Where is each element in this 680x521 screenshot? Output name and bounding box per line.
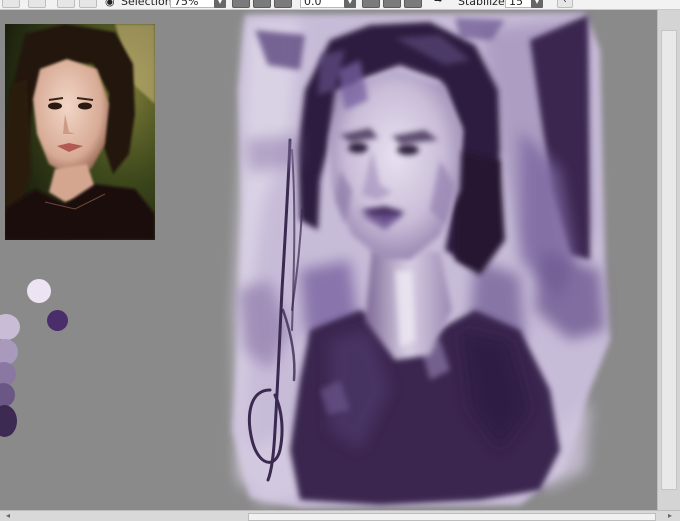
- stabilizer-dropdown-icon[interactable]: ▾: [531, 0, 543, 8]
- tool-button-3[interactable]: [57, 0, 75, 8]
- selection-label: Selection: [121, 0, 172, 8]
- reference-photo[interactable]: [5, 24, 155, 240]
- chevron-down-icon[interactable]: ▾: [214, 0, 226, 8]
- top-toolbar: ◉ Selection 75% ▾ 0.0 ▾ ➡ Stabilizer 15 …: [0, 0, 680, 10]
- eye-icon[interactable]: ◉: [105, 0, 115, 8]
- zoom-field[interactable]: 75%: [170, 0, 220, 8]
- zoom-reset-button[interactable]: [274, 0, 292, 8]
- rotate-reset-button[interactable]: [404, 0, 422, 8]
- scroll-right-icon[interactable]: ▸: [664, 512, 676, 520]
- scroll-left-icon[interactable]: ◂: [2, 512, 14, 520]
- stabilizer-label: Stabilizer: [458, 0, 510, 8]
- canvas-area[interactable]: [0, 10, 657, 510]
- palette-swatch-1[interactable]: [27, 279, 51, 303]
- palette-swatch-2[interactable]: [47, 310, 68, 331]
- reference-portrait: [5, 24, 155, 240]
- tool-button-1[interactable]: [2, 0, 20, 8]
- tool-button-2[interactable]: [28, 0, 46, 8]
- redo-icon[interactable]: [383, 0, 401, 8]
- tool-button-4[interactable]: [79, 0, 97, 8]
- undo-icon[interactable]: [362, 0, 380, 8]
- zoom-out-button[interactable]: [232, 0, 250, 8]
- rotation-dropdown-icon[interactable]: ▾: [344, 0, 356, 8]
- zoom-in-button[interactable]: [253, 0, 271, 8]
- horizontal-scrollbar[interactable]: ◂ ▸: [0, 510, 680, 521]
- vertical-scroll-thumb[interactable]: [661, 30, 677, 490]
- vertical-scrollbar[interactable]: [657, 10, 680, 510]
- arrow-icon[interactable]: ➡: [434, 0, 442, 6]
- back-icon[interactable]: ‹: [557, 0, 573, 8]
